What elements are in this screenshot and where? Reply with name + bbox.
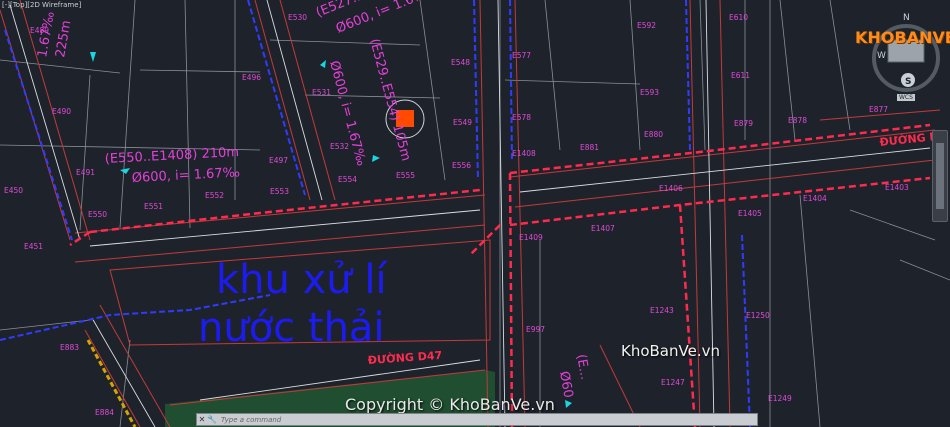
node-label: E497 (269, 156, 288, 165)
node-label: E552 (205, 191, 224, 200)
node-label: E530 (288, 13, 307, 22)
node-label: E877 (869, 105, 888, 114)
node-label: E884 (95, 408, 114, 417)
node-label: E1408 (512, 149, 536, 158)
node-label: E1243 (650, 306, 674, 315)
node-label: E997 (526, 325, 545, 334)
watermark-site: KhoBanVe.vn (621, 342, 720, 360)
node-label: E577 (512, 51, 531, 60)
tools-icon[interactable]: 🔧 (207, 415, 217, 424)
node-label: E880 (644, 130, 663, 139)
drawing-viewport[interactable]: (E550..E1408) 210m Ø600, i= 1.67‰ (E527.… (0, 0, 950, 427)
node-label: E489 (30, 26, 49, 35)
watermark-copyright: Copyright © KhoBanVe.vn (345, 395, 555, 414)
node-label: E881 (580, 143, 599, 152)
node-label: E555 (396, 171, 415, 180)
node-label: E878 (788, 116, 807, 125)
node-label: E610 (729, 13, 748, 22)
node-label: E549 (453, 118, 472, 127)
node-label: E451 (24, 242, 43, 251)
node-label: E879 (734, 119, 753, 128)
close-icon[interactable]: ✕ (197, 415, 207, 424)
node-label: E490 (52, 107, 71, 116)
node-label: E1407 (591, 224, 615, 233)
node-label: E554 (338, 175, 357, 184)
compass-south-label: S (905, 77, 911, 87)
logo-text: KHOBANVE (855, 28, 950, 47)
node-label: E883 (60, 343, 79, 352)
khobanve-logo: KHOBANVE (853, 22, 950, 54)
node-label: E496 (242, 73, 261, 82)
zone-subtitle: nước thải (198, 305, 385, 351)
command-input[interactable]: Type a command (221, 416, 281, 424)
node-label: E491 (76, 168, 95, 177)
node-label: E548 (451, 58, 470, 67)
node-label: E531 (312, 88, 331, 97)
command-line[interactable]: ✕ 🔧 Type a command (196, 413, 758, 426)
node-label: E1405 (738, 209, 762, 218)
navigation-bar-thumb[interactable] (936, 143, 944, 209)
node-label: E551 (144, 202, 163, 211)
node-label: E553 (270, 187, 289, 196)
node-label: E1406 (659, 184, 683, 193)
node-label: E1247 (661, 378, 685, 387)
node-label: E556 (452, 161, 471, 170)
node-label: E1409 (519, 233, 543, 242)
navigation-bar[interactable] (932, 130, 948, 222)
node-label: E1403 (885, 183, 909, 192)
node-label: E611 (731, 71, 750, 80)
node-label: E578 (512, 113, 531, 122)
node-label: E450 (4, 186, 23, 195)
node-label: E532 (330, 142, 349, 151)
node-label: E1404 (803, 194, 827, 203)
node-label: E592 (637, 21, 656, 30)
node-label: E593 (640, 88, 659, 97)
node-label: E1249 (768, 394, 792, 403)
wcs-menu[interactable]: WCS (897, 94, 915, 101)
zone-title: khu xử lí (216, 257, 388, 303)
node-label: E1250 (746, 311, 770, 320)
viewport-controls-label[interactable]: [-][Top][2D Wireframe] (2, 1, 81, 9)
node-label: E550 (88, 210, 107, 219)
